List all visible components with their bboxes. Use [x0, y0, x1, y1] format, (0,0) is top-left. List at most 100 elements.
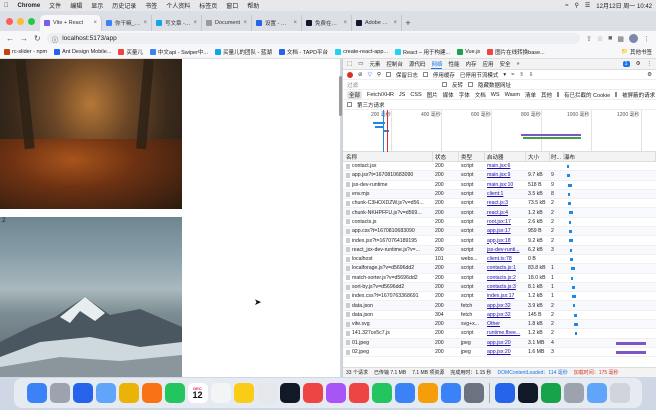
filter-other[interactable]: 其他 — [541, 91, 552, 99]
dock-notes-icon[interactable] — [233, 383, 254, 403]
upload-icon[interactable]: ⇧ — [519, 72, 524, 78]
new-tab-button[interactable]: + — [402, 15, 414, 31]
close-icon[interactable]: × — [343, 20, 347, 26]
request-initiator[interactable]: client:1 — [485, 191, 526, 197]
filter-font[interactable]: 字体 — [459, 91, 470, 99]
apple-icon[interactable]:  — [4, 3, 9, 9]
dock-freeform-icon[interactable] — [256, 383, 277, 403]
browser-tab[interactable]: Document × — [202, 15, 252, 31]
inspect-icon[interactable]: ⬚ — [347, 61, 352, 67]
bookmark-item[interactable]: Vue.js — [457, 49, 480, 55]
dock-chrome-icon[interactable] — [118, 383, 139, 403]
dock-pages-icon[interactable] — [417, 383, 438, 403]
request-initiator[interactable]: contacts.js:2 — [485, 275, 526, 281]
table-row[interactable]: app.css?t=1670810683090 200 script app.jsx:… — [343, 227, 656, 237]
wifi-icon[interactable]: ≈ — [511, 72, 514, 78]
request-initiator[interactable]: index.jsx:17 — [485, 293, 526, 299]
dock-preview-icon[interactable] — [563, 383, 584, 403]
dock-calendar-icon[interactable]: DEC 12 — [187, 383, 208, 403]
url-text[interactable]: localhost:5173/app — [62, 35, 117, 42]
address-bar[interactable]: ⓘ localhost:5173/app — [46, 33, 580, 44]
third-party-checkbox[interactable] — [347, 102, 352, 107]
request-initiator[interactable]: contacts.js:3 — [485, 284, 526, 290]
preserve-log-checkbox[interactable] — [385, 72, 391, 77]
close-window-button[interactable] — [6, 18, 13, 25]
dock-news-icon[interactable] — [348, 383, 369, 403]
table-row[interactable]: index.css?t=1670763368691 200 script index.… — [343, 292, 656, 302]
request-initiator[interactable]: client.ts:78 — [485, 256, 526, 262]
more-icon[interactable]: ⋮ — [647, 61, 653, 67]
table-row[interactable]: sort-by.js?v=d5696dd2 200 script contacts.j… — [343, 282, 656, 293]
reload-icon[interactable]: ↻ — [34, 34, 41, 43]
table-row[interactable]: contacts.js 200 script root.jsx:17 2.6 kB 2 — [343, 218, 656, 228]
filter-fetch-xhr[interactable]: Fetch/XHR — [367, 92, 394, 98]
dock-app-store-icon[interactable] — [440, 383, 461, 403]
throttle-select[interactable]: 已停用节流模式 — [460, 71, 499, 79]
menu-item-edit[interactable]: 编辑 — [70, 1, 82, 10]
request-initiator[interactable]: app.jsx:32 — [485, 303, 526, 309]
menu-item-tabs[interactable]: 标签页 — [199, 1, 217, 10]
clear-icon[interactable]: ⊘ — [358, 72, 363, 78]
dock-chrome-dev-icon[interactable] — [540, 383, 561, 403]
dock-terminal-icon[interactable] — [517, 383, 538, 403]
table-row[interactable]: index.jsx?t=1670764189195 200 script app.js… — [343, 236, 656, 246]
table-row[interactable]: 01.jpeg 200 jpeg app.jsx:20 3.1 MB 4 — [343, 338, 656, 348]
device-toggle-icon[interactable]: ▭ — [358, 61, 363, 67]
close-icon[interactable]: × — [393, 20, 397, 26]
request-initiator[interactable]: app.jsx:18 — [485, 238, 526, 244]
filter-manifest[interactable]: 清单 — [525, 91, 536, 99]
browser-tab[interactable]: Vite + React × — [40, 15, 102, 31]
dock-mail-icon[interactable] — [95, 383, 116, 403]
dock-finder-icon[interactable] — [26, 383, 47, 403]
close-icon[interactable]: × — [193, 20, 197, 26]
tab-performance[interactable]: 性能 — [448, 60, 459, 68]
close-icon[interactable]: × — [93, 20, 97, 26]
dock-launchpad-icon[interactable] — [49, 383, 70, 403]
dock-reminders-icon[interactable] — [210, 383, 231, 403]
request-initiator[interactable]: main.jsx:9 — [485, 172, 526, 178]
dock-tv-icon[interactable] — [279, 383, 300, 403]
tab-console[interactable]: 控制台 — [386, 60, 403, 68]
table-row[interactable]: react_jsx-dev-runtime.js?v=... 200 script j… — [343, 245, 656, 255]
table-row[interactable]: 02.jpeg 200 jpeg app.jsx:20 1.6 MB 3 — [343, 348, 656, 358]
bookmark-item[interactable]: 买量儿 — [118, 48, 143, 56]
browser-tab[interactable]: 设置 - 隐私设置和安 × — [252, 15, 302, 31]
browser-tab[interactable]: 免费在线转换视频和 × — [302, 15, 352, 31]
dock-numbers-icon[interactable] — [371, 383, 392, 403]
network-overview-timeline[interactable]: 200 毫秒 400 毫秒 600 毫秒 800 毫秒 1000 毫秒 1200… — [343, 110, 656, 152]
table-row[interactable]: localforage.js?v=d5696dd2 200 script contac… — [343, 264, 656, 274]
tab-elements[interactable]: 元素 — [369, 60, 380, 68]
close-icon[interactable]: × — [143, 20, 147, 26]
bookmark-item[interactable]: React – 用于构建... — [395, 48, 450, 56]
filter-img[interactable]: 图片 — [427, 91, 438, 99]
blocked-requests-checkbox[interactable] — [615, 92, 618, 97]
dock-music-icon[interactable] — [302, 383, 323, 403]
column-initiator[interactable]: 启动器 — [485, 152, 526, 161]
table-row[interactable]: chunk-C3HOXDZW.js?v=d56... 200 script react… — [343, 199, 656, 209]
close-icon[interactable]: × — [243, 20, 247, 26]
dock-keynote-icon[interactable] — [394, 383, 415, 403]
control-center-icon[interactable]: ☰ — [585, 2, 590, 9]
menu-item-profiles[interactable]: 个人资料 — [166, 1, 190, 10]
request-initiator[interactable]: contacts.js:1 — [485, 265, 526, 271]
bookmark-item[interactable]: 中文api - Swiper中... — [149, 48, 208, 56]
record-icon[interactable] — [347, 71, 353, 78]
close-icon[interactable]: × — [293, 20, 297, 26]
more-icon[interactable]: ⋮ — [643, 35, 650, 43]
tab-security[interactable]: 安全 — [500, 60, 511, 68]
bookmark-item[interactable]: create-react-app... — [335, 49, 388, 55]
other-bookmarks[interactable]: 📁 其他书签 — [621, 48, 652, 56]
filter-doc[interactable]: 文档 — [475, 91, 486, 99]
table-row[interactable]: 141.327ce5c7.js 200 script runtime.fbee... 1… — [343, 329, 656, 339]
forward-icon[interactable]: → — [20, 34, 28, 43]
column-name[interactable]: 名称 — [343, 152, 433, 161]
request-initiator[interactable]: app.jsx:32 — [485, 312, 526, 318]
menu-clock[interactable]: 12月12日 周一 10:42 — [596, 1, 652, 10]
table-row[interactable]: chunk-NKHPFFU.js?v=d569... 200 script react… — [343, 208, 656, 218]
request-initiator[interactable]: jsx-dev-runti... — [485, 247, 526, 253]
request-initiator[interactable]: runtime.fbee... — [485, 330, 526, 336]
request-initiator[interactable]: app.jsx:20 — [485, 340, 526, 346]
download-icon[interactable]: ⇩ — [529, 72, 534, 78]
filter-all[interactable]: 全部 — [347, 90, 363, 99]
request-initiator[interactable]: app.jsx:17 — [485, 228, 526, 234]
